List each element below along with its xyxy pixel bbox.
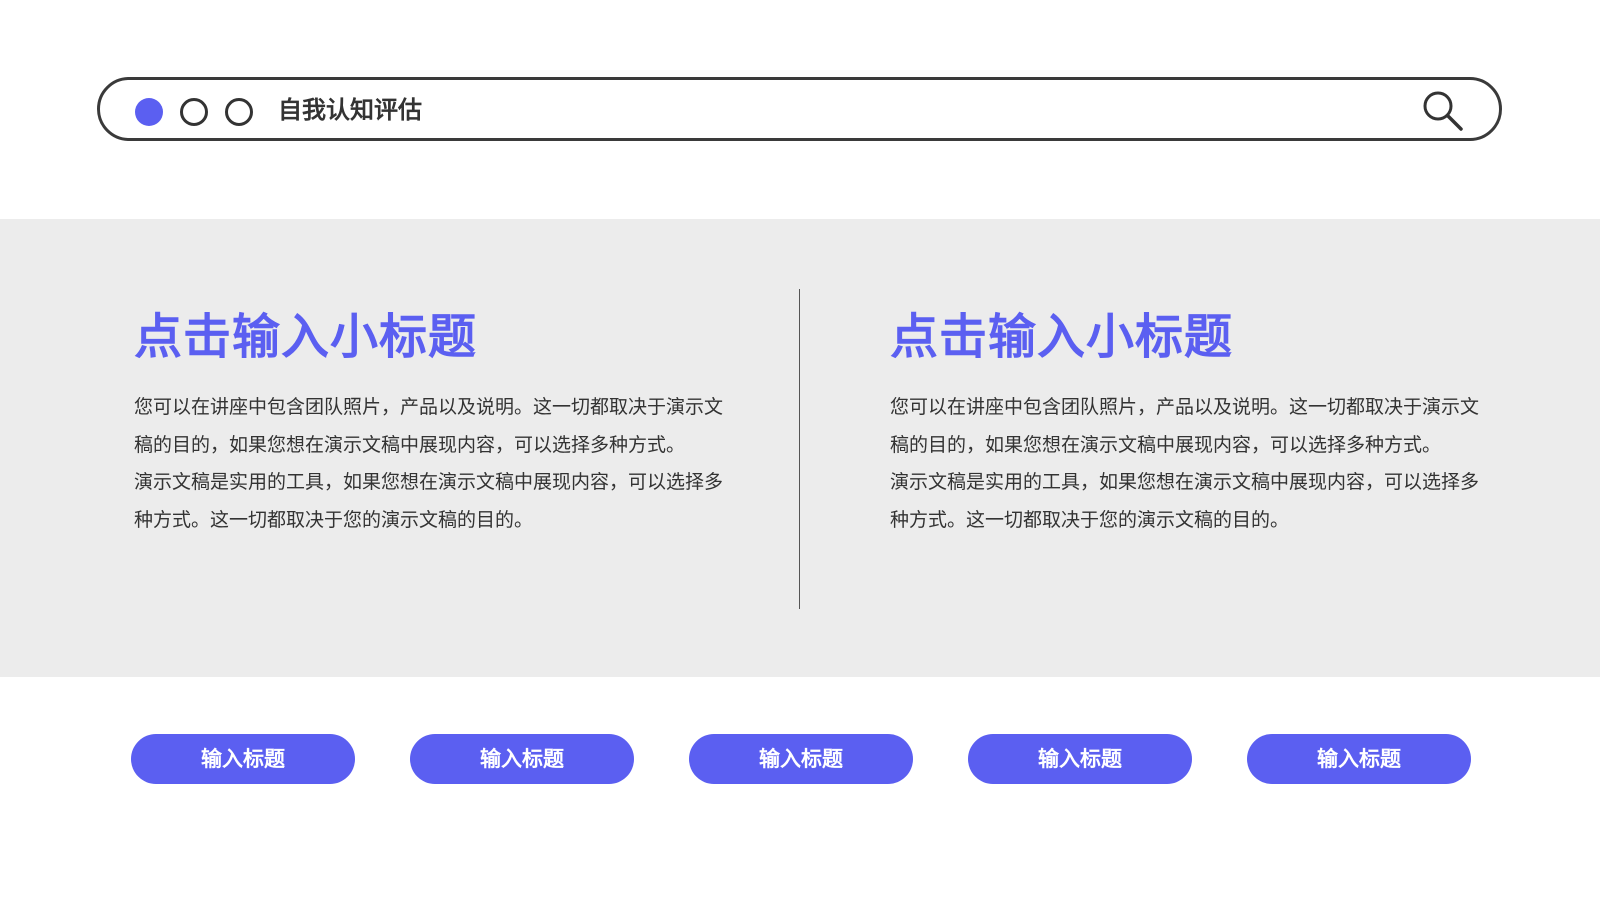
paragraph: 演示文稿是实用的工具，如果您想在演示文稿中展现内容，可以选择多种方式。这一切都取… bbox=[134, 471, 724, 531]
vertical-divider bbox=[799, 289, 800, 609]
filled-dot-icon bbox=[135, 98, 163, 126]
body-text: 您可以在讲座中包含团队照片，产品以及说明。这一切都取决于演示文稿的目的，如果您想… bbox=[890, 389, 1480, 539]
content-column-left: 点击输入小标题 您可以在讲座中包含团队照片，产品以及说明。这一切都取决于演示文稿… bbox=[134, 307, 734, 539]
paragraph: 您可以在讲座中包含团队照片，产品以及说明。这一切都取决于演示文稿的目的，如果您想… bbox=[134, 396, 724, 456]
content-band: 点击输入小标题 您可以在讲座中包含团队照片，产品以及说明。这一切都取决于演示文稿… bbox=[0, 219, 1600, 677]
subtitle[interactable]: 点击输入小标题 bbox=[134, 307, 734, 367]
title-button-2[interactable]: 输入标题 bbox=[410, 734, 634, 784]
title-button-1[interactable]: 输入标题 bbox=[131, 734, 355, 784]
title-button-5[interactable]: 输入标题 bbox=[1247, 734, 1471, 784]
outline-dot-icon bbox=[180, 98, 208, 126]
search-icon[interactable] bbox=[1421, 89, 1465, 133]
body-text: 您可以在讲座中包含团队照片，产品以及说明。这一切都取决于演示文稿的目的，如果您想… bbox=[134, 389, 724, 539]
title-button-4[interactable]: 输入标题 bbox=[968, 734, 1192, 784]
subtitle[interactable]: 点击输入小标题 bbox=[890, 307, 1490, 367]
search-bar[interactable]: 自我认知评估 bbox=[97, 77, 1502, 141]
content-column-right: 点击输入小标题 您可以在讲座中包含团队照片，产品以及说明。这一切都取决于演示文稿… bbox=[890, 307, 1490, 539]
outline-dot-icon bbox=[225, 98, 253, 126]
paragraph: 您可以在讲座中包含团队照片，产品以及说明。这一切都取决于演示文稿的目的，如果您想… bbox=[890, 396, 1480, 456]
paragraph: 演示文稿是实用的工具，如果您想在演示文稿中展现内容，可以选择多种方式。这一切都取… bbox=[890, 471, 1480, 531]
page-title: 自我认知评估 bbox=[278, 96, 422, 124]
title-button-3[interactable]: 输入标题 bbox=[689, 734, 913, 784]
